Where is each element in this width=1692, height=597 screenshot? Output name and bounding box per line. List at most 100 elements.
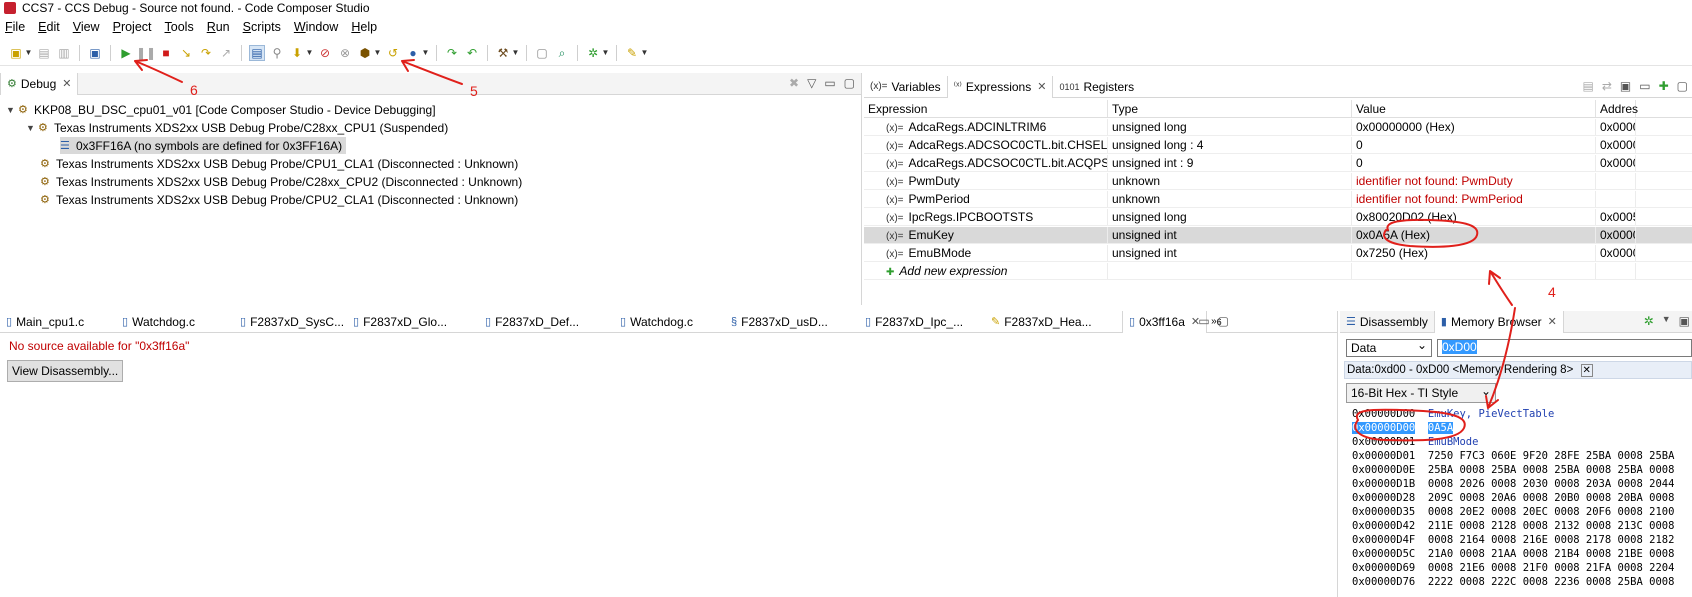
restart-icon[interactable]: ↺ <box>385 45 401 61</box>
tab-0x3ff16a[interactable]: ▯ 0x3ff16a ✕ <box>1122 310 1208 333</box>
connect-icon[interactable]: ⚲ <box>269 45 285 61</box>
tab-variables[interactable]: (x)= Variables <box>864 76 947 98</box>
add-new-expression[interactable]: ✚ Add new expression <box>864 263 1692 280</box>
memory-address-input[interactable]: 0xD00 <box>1437 339 1692 357</box>
new-icon[interactable]: ▣ <box>8 45 24 61</box>
close-icon[interactable]: ✕ <box>1580 364 1593 377</box>
menu-file[interactable]: File <box>5 20 25 34</box>
tab-usdelay[interactable]: § F2837xD_usD... <box>725 311 859 333</box>
instruction-stepping-icon[interactable]: ▤ <box>249 44 265 61</box>
reset-cpu-icon[interactable]: ⬢ <box>357 45 373 61</box>
memory-settings-icon[interactable]: ✲ <box>1644 314 1654 328</box>
menu-tools[interactable]: Tools <box>165 20 194 34</box>
column-value[interactable]: Value <box>1352 100 1596 117</box>
remove-all-icon[interactable]: ⊗ <box>337 45 353 61</box>
build-dropdown-icon[interactable]: ▼ <box>512 45 520 61</box>
realtime-icon[interactable]: ● <box>405 45 421 61</box>
menu-edit[interactable]: Edit <box>38 20 60 34</box>
tab-watchdog[interactable]: ▯ Watchdog.c <box>116 311 234 333</box>
tab-sysctrl[interactable]: ▯ F2837xD_SysC... <box>234 311 347 333</box>
menu-run[interactable]: Run <box>207 20 230 34</box>
minimize-icon[interactable]: ▭ <box>1639 79 1650 93</box>
table-row[interactable]: (x)= AdcaRegs.ADCSOC0CTL.bit.ACQPS unsign… <box>864 155 1692 172</box>
column-address[interactable]: Addres <box>1596 100 1638 117</box>
load-program-icon[interactable]: ⬇ <box>289 45 305 61</box>
menu-scripts[interactable]: Scripts <box>243 20 281 34</box>
table-row[interactable]: (x)= AdcaRegs.ADCINLTRIM6 unsigned long 0… <box>864 119 1692 136</box>
maximize-icon[interactable]: ▢ <box>1218 314 1229 328</box>
open-console-icon[interactable]: ▢ <box>534 45 550 61</box>
remove-terminated-icon[interactable]: ✖ <box>789 76 799 90</box>
view-menu-icon[interactable]: ▽ <box>807 76 816 90</box>
maximize-icon[interactable]: ▢ <box>844 76 855 90</box>
memory-format-select[interactable]: 16-Bit Hex - TI Style <box>1346 382 1496 403</box>
tab-main-cpu1[interactable]: ▯ Main_cpu1.c <box>0 311 116 333</box>
minimize-icon[interactable]: ▭ <box>824 76 835 90</box>
view-disassembly-button[interactable]: View Disassembly... <box>7 360 124 382</box>
external-tools-dropdown-icon[interactable]: ▼ <box>641 45 649 61</box>
step-assembly-into-icon[interactable]: ↷ <box>444 45 460 61</box>
breakpoint-remove-icon[interactable]: ⊘ <box>317 45 333 61</box>
save-icon[interactable]: ▤ <box>36 45 52 61</box>
tab-memory-browser[interactable]: ▮ Memory Browser ✕ <box>1433 310 1564 333</box>
chevron-down-icon[interactable]: ▼ <box>26 123 38 133</box>
view-menu-icon[interactable]: ▢ <box>1677 79 1688 93</box>
table-row[interactable]: (x)= EmuKey unsigned int 0x0A5A (Hex) 0x0… <box>864 227 1692 244</box>
tab-registers[interactable]: 0101 Registers <box>1053 76 1140 98</box>
tab-expressions[interactable]: ⁽ˣ⁾ Expressions ✕ <box>946 75 1054 98</box>
debug-settings-icon[interactable]: ✲ <box>585 45 601 61</box>
collapse-icon[interactable]: ▣ <box>1620 79 1631 93</box>
resume-icon[interactable]: ▶ <box>118 45 134 61</box>
table-row[interactable]: (x)= PwmDuty unknown identifier not found… <box>864 173 1692 190</box>
column-expression[interactable]: Expression <box>864 100 1108 117</box>
table-row[interactable]: (x)= PwmPeriod unknown identifier not fou… <box>864 191 1692 208</box>
realtime-dropdown-icon[interactable]: ▼ <box>422 45 430 61</box>
debug-view-icon[interactable]: ▣ <box>87 45 103 61</box>
table-row[interactable]: (x)= IpcRegs.IPCBOOTSTS unsigned long 0x8… <box>864 209 1692 226</box>
table-row[interactable]: (x)= AdcaRegs.ADCSOC0CTL.bit.CHSEL unsign… <box>864 137 1692 154</box>
tree-item-cpu2-cla1[interactable]: ⚙ Texas Instruments XDS2xx USB Debug Pro… <box>40 191 518 208</box>
new-dropdown-icon[interactable]: ▼ <box>25 45 33 61</box>
expression-tool-icon[interactable]: ⇄ <box>1602 79 1612 93</box>
terminate-icon[interactable]: ■ <box>158 45 174 61</box>
menu-help[interactable]: Help <box>351 20 377 34</box>
tree-item-cpu1[interactable]: ▼ ⚙ Texas Instruments XDS2xx USB Debug P… <box>26 119 448 136</box>
external-tools-icon[interactable]: ✎ <box>624 45 640 61</box>
load-dropdown-icon[interactable]: ▼ <box>306 45 314 61</box>
step-return-icon[interactable]: ↗ <box>218 45 234 61</box>
expression-tool-icon[interactable]: ▤ <box>1583 79 1594 93</box>
dropdown-icon[interactable]: ▼ <box>1662 314 1671 328</box>
build-hammer-icon[interactable]: ⚒ <box>495 45 511 61</box>
tab-globalvars[interactable]: ▯ F2837xD_Glo... <box>347 311 479 333</box>
tree-item-cpu2[interactable]: ⚙ Texas Instruments XDS2xx USB Debug Pro… <box>40 173 522 190</box>
tab-defaultisr[interactable]: ▯ F2837xD_Def... <box>479 311 614 333</box>
reset-dropdown-icon[interactable]: ▼ <box>374 45 382 61</box>
tab-headers[interactable]: ✎ F2837xD_Hea... <box>985 311 1122 333</box>
menu-view[interactable]: View <box>73 20 100 34</box>
suspend-icon[interactable]: ❚❚ <box>136 45 156 61</box>
debug-settings-dropdown-icon[interactable]: ▼ <box>602 45 610 61</box>
tab-ipc[interactable]: ▯ F2837xD_Ipc_... <box>859 311 985 333</box>
tab-debug[interactable]: ⚙ Debug ✕ <box>0 72 79 95</box>
close-icon[interactable]: ✕ <box>62 77 71 90</box>
menu-window[interactable]: Window <box>294 20 338 34</box>
menu-project[interactable]: Project <box>113 20 152 34</box>
tree-item-cla1[interactable]: ⚙ Texas Instruments XDS2xx USB Debug Pro… <box>40 155 518 172</box>
tab-watchdog-2[interactable]: ▯ Watchdog.c <box>614 311 725 333</box>
tree-item-project[interactable]: ▼ ⚙ KKP08_BU_DSC_cpu01_v01 [Code Compose… <box>6 101 436 118</box>
add-icon[interactable]: ✚ <box>1659 79 1669 93</box>
step-into-icon[interactable]: ↘ <box>178 45 194 61</box>
memory-page-select[interactable]: Data <box>1346 337 1432 357</box>
save-all-icon[interactable]: ▥ <box>56 45 72 61</box>
step-over-icon[interactable]: ↷ <box>198 45 214 61</box>
step-assembly-over-icon[interactable]: ↶ <box>464 45 480 61</box>
column-type[interactable]: Type <box>1108 100 1352 117</box>
memory-rendering-tab[interactable]: Data:0xd00 - 0xD00 <Memory Rendering 8> … <box>1344 361 1692 379</box>
table-row[interactable]: (x)= EmuBMode unsigned int 0x7250 (Hex) 0… <box>864 245 1692 262</box>
minimize-icon[interactable]: ▭ <box>1198 314 1209 328</box>
chevron-down-icon[interactable]: ▼ <box>6 105 18 115</box>
tree-item-frame[interactable]: ☰ 0x3FF16A (no symbols are defined for 0… <box>60 137 347 154</box>
search-icon[interactable]: ⌕ <box>554 45 570 61</box>
tab-disassembly[interactable]: ☰ Disassembly <box>1340 311 1434 333</box>
new-rendering-icon[interactable]: ▣ <box>1679 314 1690 328</box>
